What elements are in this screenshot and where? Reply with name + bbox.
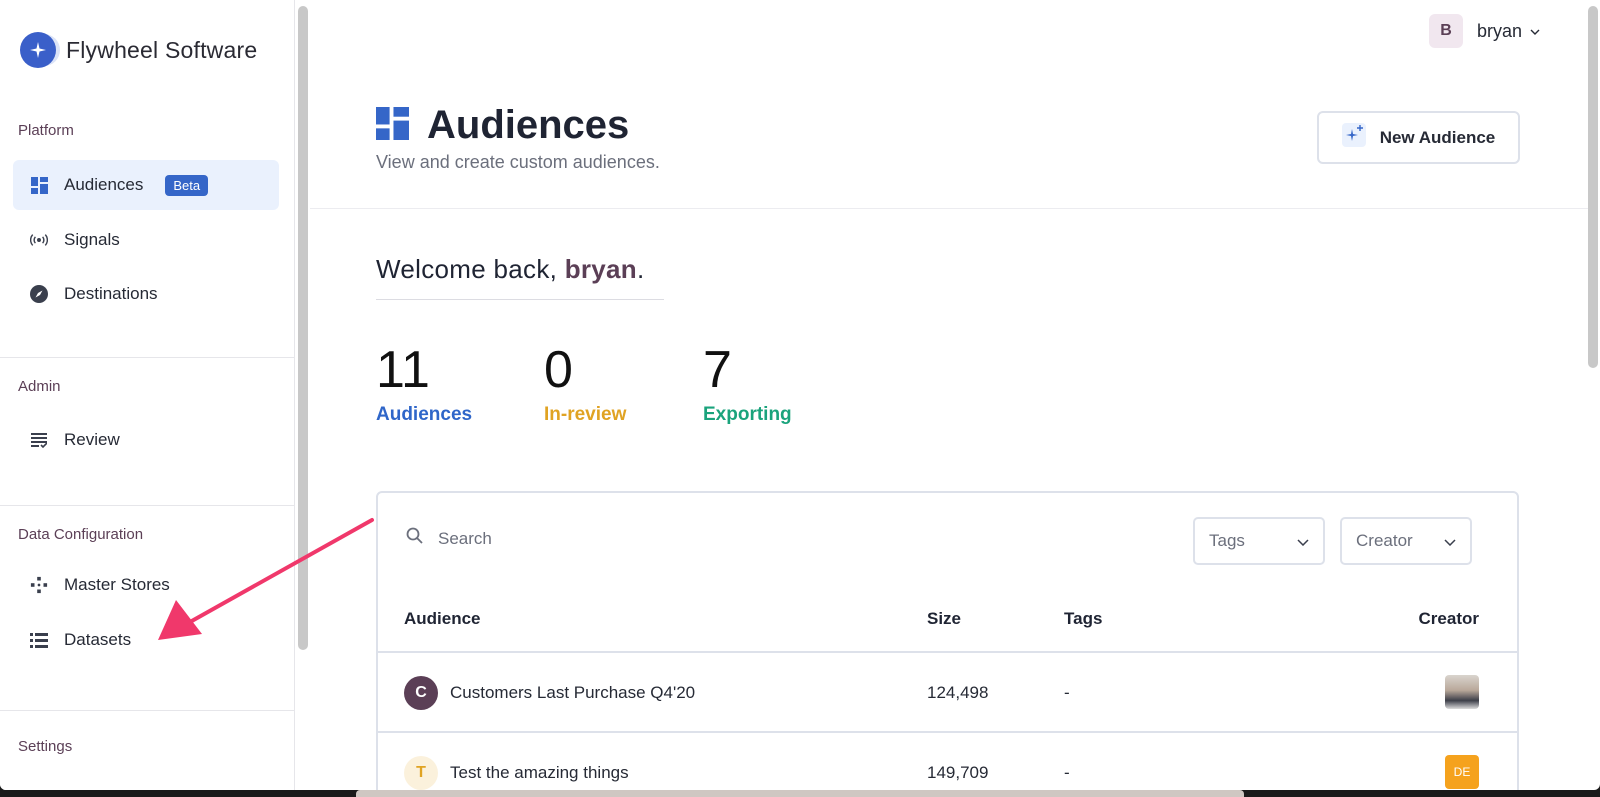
sidebar-divider (0, 505, 295, 506)
chevron-down-icon (1444, 531, 1456, 551)
audiences-table-panel: Tags Creator Audience Size Tags Creator … (376, 491, 1519, 790)
stat-exporting[interactable]: 7 Exporting (703, 344, 792, 426)
page-header: Audiences (376, 103, 629, 148)
stat-label: Exporting (703, 404, 792, 425)
welcome-underline (376, 299, 664, 300)
main-content: B bryan Audiences View and create custom… (310, 0, 1600, 790)
section-label-data-configuration: Data Configuration (18, 526, 144, 543)
audience-tags: - (1064, 763, 1070, 782)
section-label-settings: Settings (18, 738, 73, 755)
table-row[interactable]: C Customers Last Purchase Q4'20 124,498 … (378, 653, 1517, 731)
audience-name: Test the amazing things (450, 763, 629, 782)
app-window: Flywheel Software Platform Audiences Bet… (0, 0, 1600, 790)
sidebar-item-review[interactable]: Review (13, 415, 279, 465)
tags-dropdown[interactable]: Tags (1193, 517, 1325, 565)
os-dock-strip (356, 790, 1244, 797)
search-icon (406, 527, 424, 550)
section-label-admin: Admin (18, 378, 61, 395)
brand-logo[interactable]: Flywheel Software (20, 32, 257, 68)
flywheel-logo-icon (20, 32, 56, 68)
sidebar-divider (0, 357, 295, 358)
header-divider (310, 208, 1590, 209)
sidebar-item-label: Signals (64, 230, 120, 249)
review-list-icon (30, 431, 48, 449)
tags-dropdown-label: Tags (1209, 531, 1245, 550)
page-subtitle: View and create custom audiences. (376, 152, 660, 172)
stat-value: 11 (376, 341, 430, 399)
new-audience-label: New Audience (1379, 127, 1496, 147)
welcome-message: Welcome back, bryan. (376, 254, 645, 284)
audience-tags: - (1064, 683, 1070, 702)
page-title: Audiences (427, 103, 630, 147)
column-header-audience[interactable]: Audience (404, 609, 481, 629)
chevron-down-icon (1530, 22, 1540, 40)
user-name: bryan (1476, 20, 1522, 41)
table-row[interactable]: T Test the amazing things 149,709 - DE (378, 733, 1517, 790)
sidebar-item-label: Datasets (64, 630, 132, 649)
stat-audiences[interactable]: 11 Audiences (376, 344, 472, 426)
sidebar-item-label: Audiences (64, 175, 144, 194)
creator-avatar (1445, 675, 1479, 709)
audience-name: Customers Last Purchase Q4'20 (450, 683, 696, 702)
creator-avatar: DE (1445, 755, 1479, 789)
stat-value: 7 (703, 341, 732, 399)
section-label-platform: Platform (18, 122, 74, 139)
dashboard-icon (30, 176, 48, 194)
search-bar (406, 527, 738, 550)
creator-dropdown[interactable]: Creator (1340, 517, 1472, 565)
user-menu[interactable]: B bryan (1428, 14, 1540, 48)
diamond-nodes-icon (30, 576, 48, 594)
search-input[interactable] (438, 528, 738, 549)
sidebar-item-label: Destinations (64, 284, 158, 303)
welcome-user-name: bryan (564, 254, 637, 284)
stat-value: 0 (544, 341, 573, 399)
new-audience-button[interactable]: New Audience (1317, 111, 1520, 164)
stat-in-review[interactable]: 0 In-review (544, 344, 626, 426)
stat-label: Audiences (376, 404, 473, 425)
avatar: B (1428, 14, 1463, 48)
chevron-down-icon (1297, 531, 1309, 551)
sidebar-item-audiences[interactable]: Audiences Beta (13, 160, 279, 210)
annotation-arrow-icon (158, 518, 374, 640)
audience-size: 124,498 (927, 683, 989, 702)
dashboard-icon (376, 106, 409, 145)
audience-initial-avatar: T (404, 756, 438, 790)
sidebar-item-label: Review (64, 430, 120, 449)
column-header-size[interactable]: Size (927, 609, 961, 629)
beta-badge: Beta (165, 174, 209, 196)
sidebar: Flywheel Software Platform Audiences Bet… (0, 0, 295, 790)
stack-list-icon (30, 631, 48, 649)
stat-label: In-review (544, 404, 627, 425)
brand-name: Flywheel Software (66, 36, 258, 63)
audience-size: 149,709 (927, 763, 989, 782)
column-header-tags[interactable]: Tags (1064, 609, 1102, 629)
sidebar-divider (0, 710, 295, 711)
column-header-creator[interactable]: Creator (1419, 609, 1479, 629)
compass-icon (30, 285, 48, 303)
main-scrollbar[interactable] (1588, 6, 1598, 368)
creator-dropdown-label: Creator (1356, 531, 1413, 550)
audience-initial-avatar: C (404, 676, 438, 710)
broadcast-icon (30, 231, 48, 249)
sidebar-item-signals[interactable]: Signals (13, 215, 279, 265)
sparkle-icon (1341, 123, 1366, 152)
sidebar-item-destinations[interactable]: Destinations (13, 269, 279, 319)
